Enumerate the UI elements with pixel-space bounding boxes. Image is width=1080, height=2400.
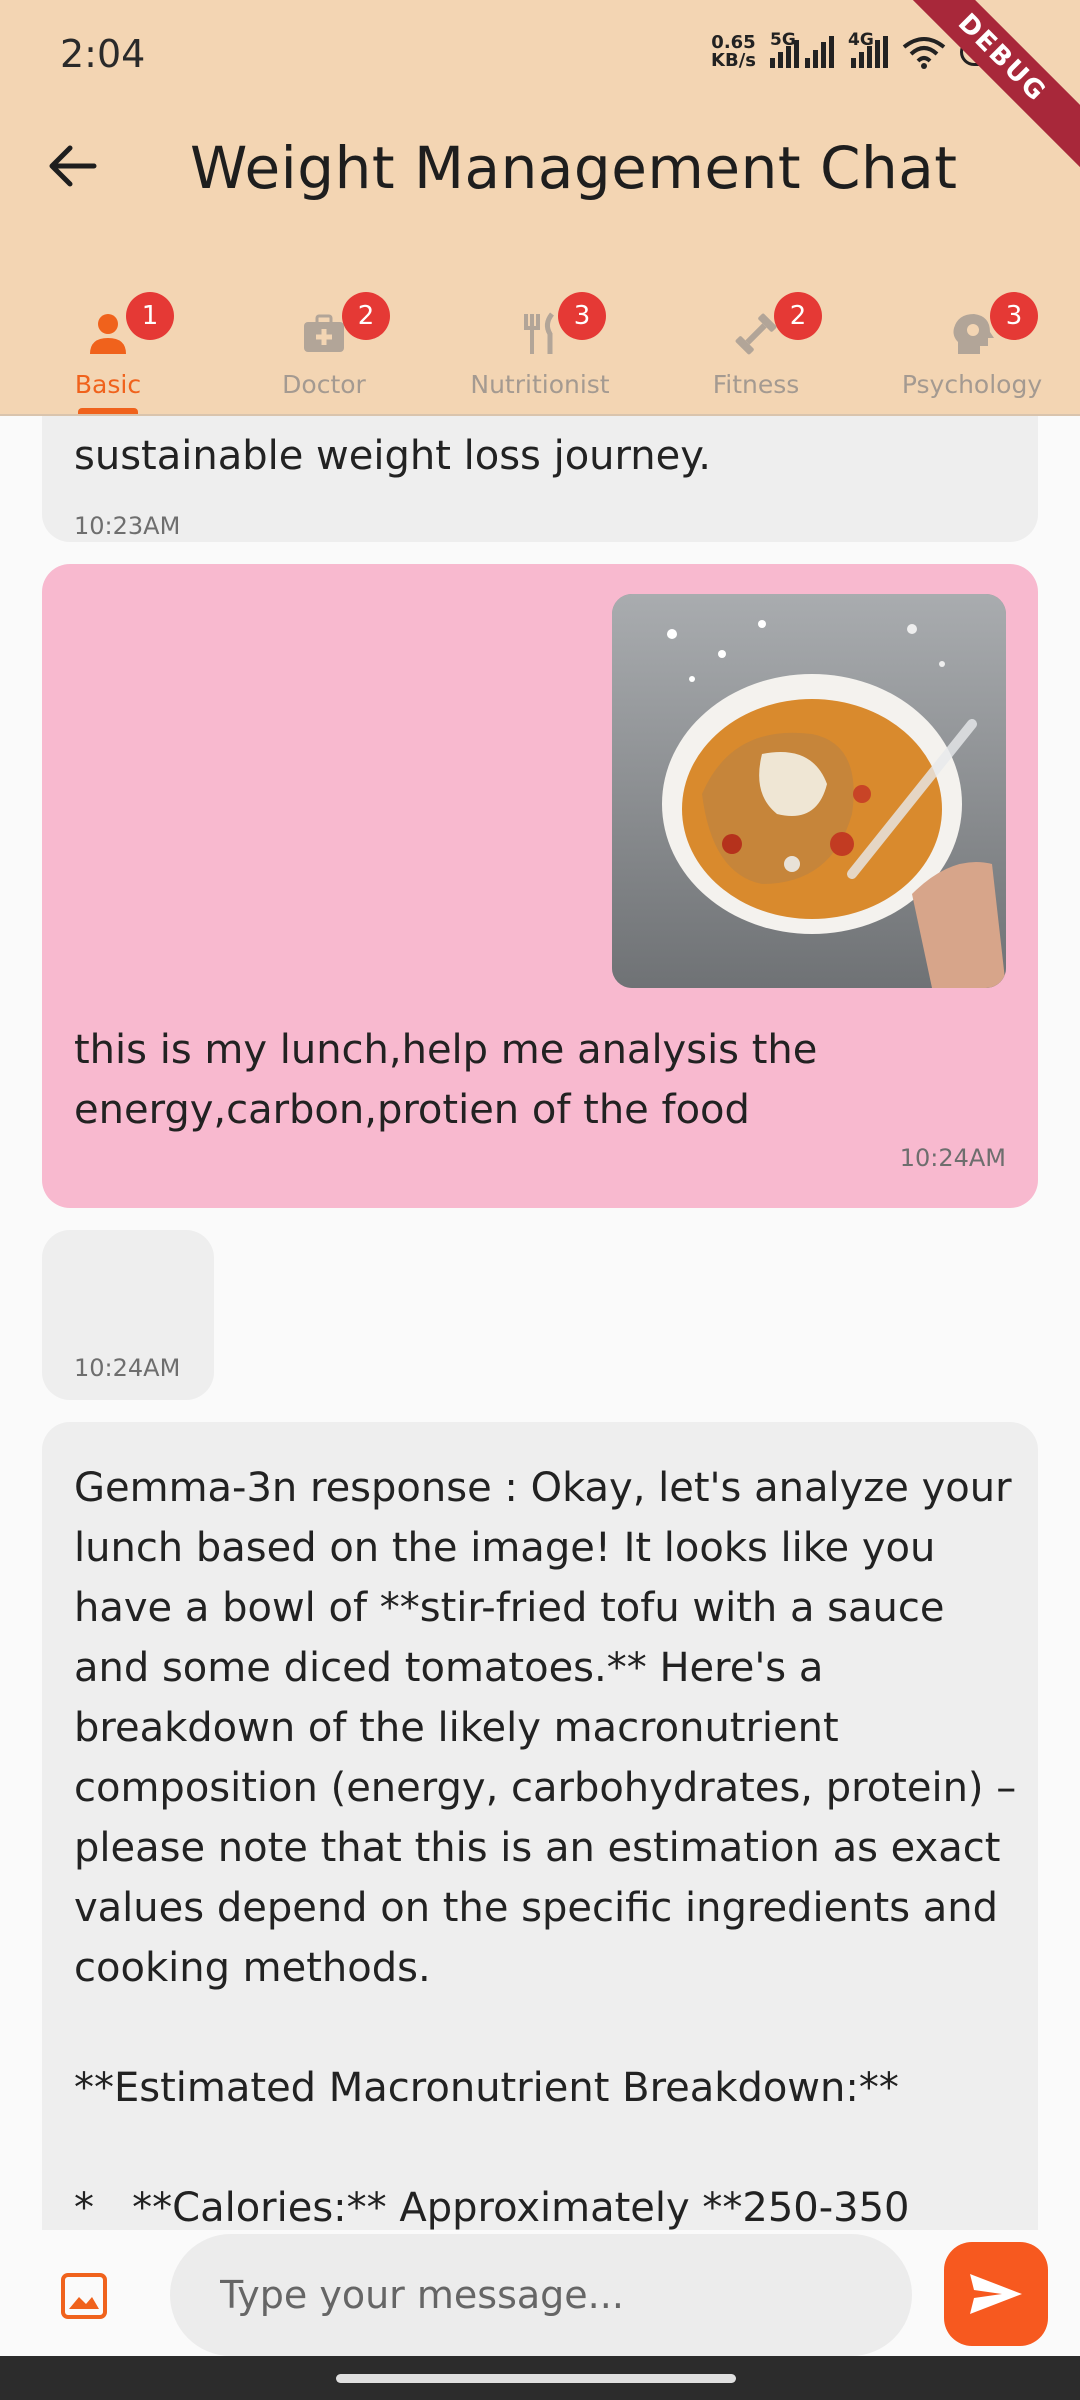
home-gesture-handle[interactable] <box>336 2374 736 2383</box>
message-text: Gemma-3n response : Okay, let's analyze … <box>74 1465 1017 2230</box>
message-time: 10:24AM <box>899 1144 1006 1172</box>
network-speed-unit: KB/s <box>711 50 756 71</box>
message-time: 10:23AM <box>74 512 181 540</box>
tab-doctor-badge: 2 <box>342 292 390 340</box>
signal-4g-label: 4G <box>848 30 874 50</box>
tab-psychology[interactable]: Psychology 3 <box>864 284 1080 414</box>
tab-nutritionist-label: Nutritionist <box>470 370 610 399</box>
tab-psychology-label: Psychology <box>901 370 1043 399</box>
tab-basic-label: Basic <box>74 370 142 399</box>
category-tabs: Basic 1 Doctor 2 Nutritionist 3 Fitness … <box>0 284 1080 414</box>
system-navigation-bar <box>0 2356 1080 2400</box>
network-speed: 0.65 KB/s <box>711 34 756 70</box>
wifi-icon <box>902 37 946 69</box>
tab-fitness-badge: 2 <box>774 292 822 340</box>
attach-image-button[interactable] <box>52 2264 116 2328</box>
back-button[interactable] <box>36 130 108 202</box>
status-bar: 2:04 0.65 KB/s 5G 4G 81 <box>0 0 1080 180</box>
message-text: this is my lunch,help me analysis the en… <box>74 1027 831 1133</box>
signal-5g-label: 5G <box>770 30 796 50</box>
tab-doctor[interactable]: Doctor 2 <box>216 284 432 414</box>
user-message: this is my lunch,help me analysis the en… <box>42 564 1038 1208</box>
tab-fitness-label: Fitness <box>712 370 800 399</box>
message-composer <box>0 2230 1080 2356</box>
tab-psychology-badge: 3 <box>990 292 1038 340</box>
tab-nutritionist[interactable]: Nutritionist 3 <box>432 284 648 414</box>
arrow-left-icon <box>49 145 97 187</box>
tab-basic-badge: 1 <box>126 292 174 340</box>
tab-nutritionist-badge: 3 <box>558 292 606 340</box>
active-tab-indicator <box>78 408 138 414</box>
tab-doctor-label: Doctor <box>282 370 366 399</box>
assistant-message-loading: 10:24AM <box>42 1230 214 1400</box>
page-title: Weight Management Chat <box>190 134 958 202</box>
tab-basic[interactable]: Basic 1 <box>0 284 216 414</box>
message-text: sustainable weight loss journey. <box>74 433 711 479</box>
tab-fitness[interactable]: Fitness 2 <box>648 284 864 414</box>
image-icon <box>61 2273 107 2319</box>
signal-5g-icon: 5G <box>770 30 834 68</box>
lunch-photo[interactable] <box>612 594 1006 988</box>
chat-messages[interactable]: sustainable weight loss journey. 10:23AM <box>0 416 1080 2230</box>
assistant-message: sustainable weight loss journey. 10:23AM <box>42 416 1038 542</box>
signal-4g-icon: 4G <box>848 30 888 68</box>
assistant-message: Gemma-3n response : Okay, let's analyze … <box>42 1422 1038 2230</box>
status-time: 2:04 <box>60 32 146 76</box>
app-header: 2:04 0.65 KB/s 5G 4G 81 <box>0 0 1080 416</box>
message-time: 10:24AM <box>74 1354 181 1382</box>
app-bar: Weight Management Chat <box>0 110 1080 222</box>
send-icon <box>970 2274 1022 2314</box>
send-button[interactable] <box>944 2242 1048 2346</box>
message-input[interactable] <box>170 2234 912 2356</box>
